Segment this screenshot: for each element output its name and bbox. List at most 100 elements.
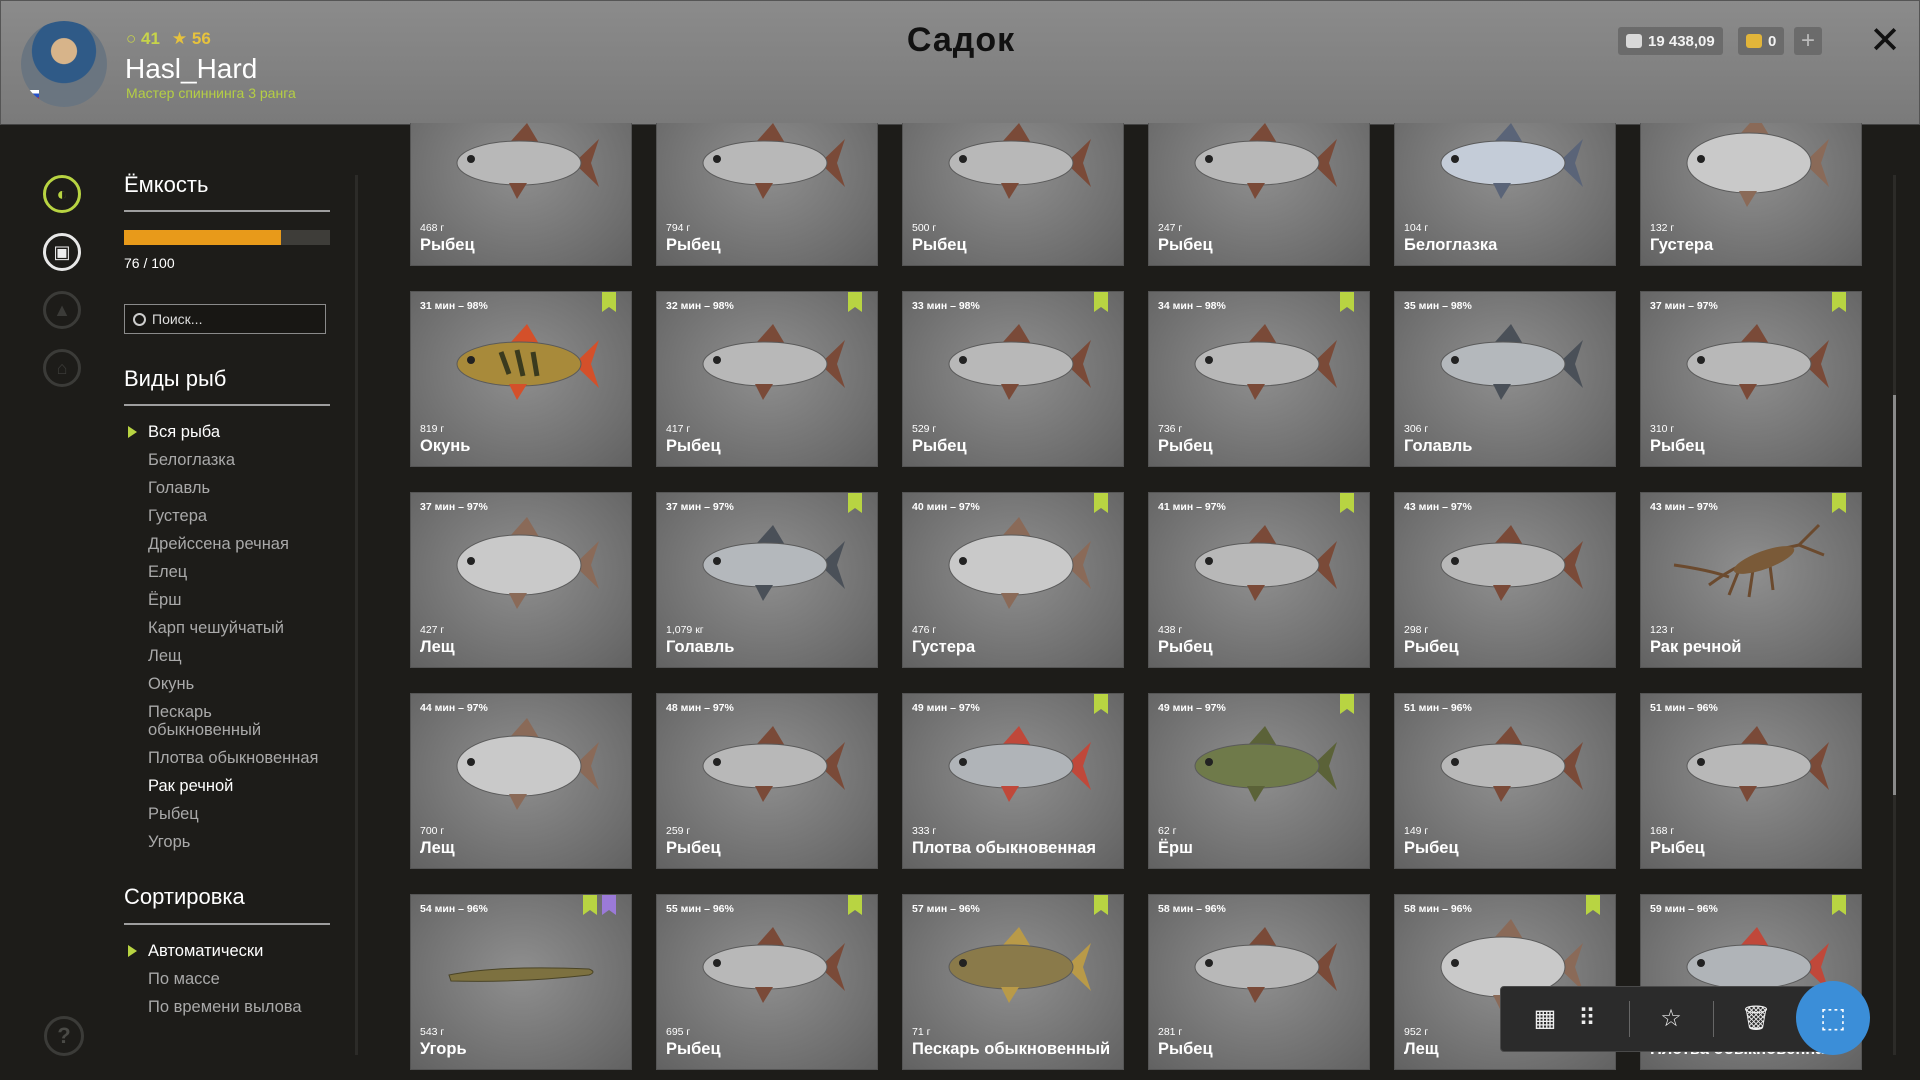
fish-card[interactable]: 44 мин – 97% 700 г Лещ — [410, 693, 632, 869]
species-item[interactable]: Дрейссена речная — [148, 535, 338, 553]
species-item[interactable]: Окунь — [148, 675, 338, 693]
fish-weight: 695 г — [666, 1026, 691, 1038]
sort-option[interactable]: По времени вылова — [148, 998, 338, 1016]
species-item[interactable]: Елец — [148, 563, 338, 581]
grid-large-icon[interactable]: ▦ — [1531, 1005, 1559, 1033]
species-item[interactable]: Лещ — [148, 647, 338, 665]
bookmark-icon[interactable] — [1832, 895, 1846, 915]
species-item[interactable]: Карп чешуйчатый — [148, 619, 338, 637]
species-item[interactable]: Густера — [148, 507, 338, 525]
catch-time: 37 мин – 97% — [666, 501, 734, 513]
bookmark-icon[interactable] — [1832, 493, 1846, 513]
fish-card[interactable]: 34 мин – 98% 736 г Рыбец — [1148, 291, 1370, 467]
fish-card[interactable]: 43 мин – 97% 298 г Рыбец — [1394, 492, 1616, 668]
divider — [124, 923, 330, 925]
species-item[interactable]: Рыбец — [148, 805, 338, 823]
close-button[interactable]: ✕ — [1865, 21, 1905, 61]
species-item[interactable]: Белоглазка — [148, 451, 338, 469]
bookmark-icon[interactable] — [1094, 493, 1108, 513]
sort-option[interactable]: По массе — [148, 970, 338, 988]
header-bar: ○ 41 ★ 56 Hasl_Hard Мастер спиннинга 3 р… — [0, 0, 1920, 125]
player-rank: Мастер спиннинга 3 ранга — [126, 85, 296, 101]
fish-image — [439, 716, 607, 816]
species-item[interactable]: Пескарь обыкновенный — [148, 703, 268, 739]
fish-card[interactable]: 49 мин – 97% 62 г Ёрш — [1148, 693, 1370, 869]
fish-card[interactable]: 29 мин – 98%104 гБелоглазка — [1394, 123, 1616, 266]
fish-card[interactable]: 43 мин – 97% 123 г Рак речной — [1640, 492, 1862, 668]
catch-time: 55 мин – 96% — [666, 903, 734, 915]
favorite-bookmark-icon[interactable] — [602, 895, 616, 915]
gold-balance: 0 — [1738, 27, 1785, 55]
fish-card[interactable]: 32 мин – 98% 417 г Рыбец — [656, 291, 878, 467]
star-icon[interactable]: ☆ — [1657, 1005, 1685, 1033]
trash-icon[interactable]: 🗑 — [1741, 1005, 1771, 1033]
bookmark-icon[interactable] — [583, 895, 597, 915]
grid-small-icon[interactable]: ⠿ — [1573, 1005, 1601, 1033]
fish-card[interactable]: 37 мин – 97% 1,079 кг Голавль — [656, 492, 878, 668]
fish-name: Рыбец — [912, 437, 967, 455]
bookmark-icon[interactable] — [1094, 694, 1108, 714]
bookmark-icon[interactable] — [1094, 292, 1108, 312]
fish-card[interactable]: 25 мин – 98%500 гРыбец — [902, 123, 1124, 266]
species-item[interactable]: Голавль — [148, 479, 338, 497]
species-item[interactable]: Вся рыба — [128, 423, 338, 441]
species-item[interactable]: Рак речной — [148, 777, 338, 795]
panel-scrollbar[interactable] — [355, 175, 358, 1055]
fish-keepnet-icon[interactable]: ◐ — [43, 175, 81, 213]
tent-icon[interactable]: ▲ — [43, 291, 81, 329]
bookmark-icon[interactable] — [1340, 292, 1354, 312]
fish-card[interactable]: 22 мин – 98%468 гРыбец — [410, 123, 632, 266]
fish-weight: 700 г — [420, 825, 445, 837]
fish-card[interactable]: 31 мин – 98% 819 г Окунь — [410, 291, 632, 467]
fish-card[interactable]: 49 мин – 97% 333 г Плотва обыкновенная — [902, 693, 1124, 869]
bookmark-icon[interactable] — [1094, 895, 1108, 915]
fish-card[interactable]: 37 мин – 97% 427 г Лещ — [410, 492, 632, 668]
fish-image — [931, 123, 1099, 213]
fish-weight: 427 г — [420, 624, 445, 636]
fish-image — [685, 515, 853, 615]
bookmark-icon[interactable] — [1340, 493, 1354, 513]
bookmark-icon[interactable] — [848, 895, 862, 915]
bookmark-icon[interactable] — [848, 493, 862, 513]
fish-card[interactable]: 51 мин – 96% 149 г Рыбец — [1394, 693, 1616, 869]
fish-card[interactable]: 54 мин – 96% 543 г Угорь — [410, 894, 632, 1070]
fish-card[interactable]: 41 мин – 97% 438 г Рыбец — [1148, 492, 1370, 668]
fish-card[interactable]: 35 мин – 98% 306 г Голавль — [1394, 291, 1616, 467]
fish-card[interactable]: 23 мин – 98%794 гРыбец — [656, 123, 878, 266]
species-item[interactable]: Плотва обыкновенная — [148, 749, 338, 767]
fish-image — [931, 314, 1099, 414]
search-input[interactable]: Поиск... — [124, 304, 326, 334]
fish-image — [685, 716, 853, 816]
fish-card[interactable]: 55 мин – 96% 695 г Рыбец — [656, 894, 878, 1070]
fish-card[interactable]: 31 мин – 98%132 гГустера — [1640, 123, 1862, 266]
fish-card[interactable]: 40 мин – 97% 476 г Густера — [902, 492, 1124, 668]
fish-card[interactable]: 33 мин – 98% 529 г Рыбец — [902, 291, 1124, 467]
bookmark-icon[interactable] — [1832, 292, 1846, 312]
fish-image — [1177, 314, 1345, 414]
species-item[interactable]: Ёрш — [148, 591, 338, 609]
house-icon[interactable]: ⌂ — [43, 349, 81, 387]
fish-card[interactable]: 51 мин – 96% 168 г Рыбец — [1640, 693, 1862, 869]
fish-name: Пескарь обыкновенный — [912, 1040, 1111, 1058]
cursor-icon[interactable]: ⬚ — [1796, 981, 1870, 1055]
backpack-icon[interactable]: ▣ — [43, 233, 81, 271]
species-item[interactable]: Угорь — [148, 833, 338, 851]
fish-card[interactable]: 57 мин – 96% 71 г Пескарь обыкновенный — [902, 894, 1124, 1070]
fish-name: Рыбец — [1404, 638, 1459, 656]
bookmark-icon[interactable] — [1586, 895, 1600, 915]
fish-card[interactable]: 58 мин – 96% 281 г Рыбец — [1148, 894, 1370, 1070]
fish-card[interactable]: 48 мин – 97% 259 г Рыбец — [656, 693, 878, 869]
sort-option[interactable]: Автоматически — [128, 942, 338, 960]
fish-name: Рыбец — [666, 1040, 721, 1058]
bookmark-icon[interactable] — [602, 292, 616, 312]
fish-card[interactable]: 29 мин – 98%247 гРыбец — [1148, 123, 1370, 266]
catch-time: 37 мин – 97% — [420, 501, 488, 513]
bookmark-icon[interactable] — [1340, 694, 1354, 714]
grid-scrollbar-thumb[interactable] — [1893, 395, 1896, 795]
fish-card[interactable]: 37 мин – 97% 310 г Рыбец — [1640, 291, 1862, 467]
add-currency-button[interactable]: + — [1794, 27, 1822, 55]
help-icon[interactable]: ? — [44, 1016, 84, 1056]
catch-time: 40 мин – 97% — [912, 501, 980, 513]
fish-image — [439, 314, 607, 414]
bookmark-icon[interactable] — [848, 292, 862, 312]
